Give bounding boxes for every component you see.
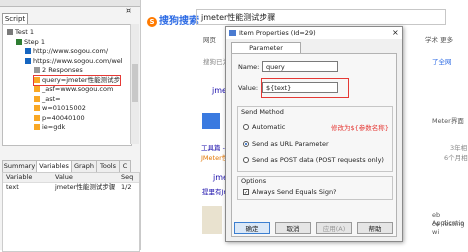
result-snippet: ce Testing wi: [432, 220, 465, 236]
tree-item-label: 2 Responses: [42, 66, 83, 74]
tree-item[interactable]: http://www.sogou.com/: [25, 47, 108, 56]
tree-item-label: query=jmeter性能测试步: [42, 75, 121, 84]
tree-item[interactable]: w=01015002: [34, 104, 86, 113]
tree-item[interactable]: query=jmeter性能测试步: [32, 74, 122, 86]
param-icon: [34, 95, 40, 102]
pin-icon[interactable]: ¤: [126, 6, 131, 15]
tree-item[interactable]: Test 1: [7, 28, 34, 37]
param-icon: [34, 76, 40, 83]
tree-item-label: w=01015002: [42, 104, 86, 112]
name-label: Name:: [238, 63, 260, 71]
checkbox-label: Always Send Equals Sign?: [252, 188, 337, 196]
param-icon: [34, 124, 40, 130]
tree-item[interactable]: 2 Responses: [34, 66, 83, 75]
scrollbar-thumb[interactable]: [132, 64, 138, 102]
tree-item-label: _asf=www.sogou.com: [42, 85, 114, 93]
flask-icon: [7, 29, 13, 35]
radio-icon: [243, 124, 249, 130]
param-icon: [34, 114, 40, 121]
apply-button[interactable]: 应用(A): [316, 222, 352, 234]
radio-automatic[interactable]: Automatic: [243, 122, 285, 132]
variables-table: Variable Value Seq text jmeter性能测试步骤 1/2: [2, 172, 140, 252]
option-label: Send as URL Parameter: [252, 140, 329, 148]
header-seq: Seq: [121, 173, 134, 181]
radio-icon: [243, 157, 249, 163]
sogou-logo[interactable]: S 搜狗搜索: [147, 12, 199, 27]
sogou-logo-icon: S: [147, 17, 157, 27]
notice-right: 了全网: [432, 58, 452, 66]
ok-button[interactable]: 确定: [234, 222, 270, 234]
result-link[interactable]: 工具篇 -: [201, 142, 225, 152]
plain-icon: [34, 67, 40, 73]
tree-item-label: _ast=: [42, 94, 61, 103]
script-tree: Test 1 Step 1 http://www.sogou.com/https:/…: [2, 24, 132, 146]
radio-post-data[interactable]: Send as POST data (POST requests only): [243, 155, 384, 165]
tree-item[interactable]: Step 1: [16, 38, 45, 47]
tree-item[interactable]: p=40040100: [34, 114, 85, 123]
tree-item-label: http://www.sogou.com/: [33, 47, 109, 55]
dialog-title: Item Properties (Id=29): [239, 29, 316, 37]
item-properties-dialog: Item Properties (Id=29) × Parameter Prop…: [225, 26, 403, 242]
nav-web[interactable]: 网页: [203, 34, 216, 44]
cell-variable: text: [6, 183, 19, 191]
tree-item[interactable]: ie=gdk: [34, 123, 65, 132]
tree-item[interactable]: https://www.sogou.com/wel: [25, 57, 123, 66]
param-icon: [34, 86, 40, 92]
value-label: Value:: [238, 84, 259, 92]
options-group: Options ✓ Always Send Equals Sign?: [237, 176, 393, 200]
send-method-group: Send Method Automatic 修改为${参数名称} Send as…: [237, 106, 393, 172]
close-icon[interactable]: ×: [392, 27, 399, 39]
always-send-checkbox[interactable]: ✓ Always Send Equals Sign?: [243, 187, 337, 197]
table-header: Variable Value Seq: [3, 173, 139, 183]
cancel-button[interactable]: 取消: [275, 222, 311, 234]
radio-url-parameter[interactable]: Send as URL Parameter: [243, 139, 329, 149]
request-icon: [25, 57, 31, 64]
highlight-box: [261, 78, 349, 98]
search-input[interactable]: jmeter性能测试步骤: [196, 9, 446, 25]
result-thumbnail: [202, 206, 222, 234]
tree-item-label: ie=gdk: [42, 123, 66, 131]
cell-seq: 1/2: [121, 183, 132, 191]
top-toolbar: [0, 0, 140, 7]
result-date: 3年相: [450, 144, 468, 152]
options-label: Options: [241, 177, 267, 185]
cell-value: jmeter性能测试步骤: [55, 183, 116, 191]
result-thumbnail: [202, 113, 220, 129]
logo-text: 搜狗搜索: [159, 16, 199, 27]
radio-icon: [243, 141, 249, 147]
check-icon: ✓: [243, 189, 249, 196]
tree-item-label: Step 1: [24, 37, 46, 46]
step-icon: [16, 38, 22, 45]
header-variable: Variable: [6, 173, 33, 181]
tree-item-label: https://www.sogou.com/wel: [33, 56, 123, 65]
tree-scrollbar[interactable]: [130, 24, 139, 144]
annotation-note: 修改为${参数名称}: [331, 124, 389, 132]
variables-tabbar: Summary Variables Graph Tools C: [2, 160, 138, 173]
help-button[interactable]: 帮助: [357, 222, 393, 234]
tree-item-label: p=40040100: [42, 113, 85, 122]
tree-item[interactable]: _asf=www.sogou.com: [34, 85, 113, 94]
header-value: Value: [55, 173, 73, 181]
left-panel: ¤ Script Test 1 Step 1 http://www.sogou.co…: [0, 0, 141, 252]
parameter-properties-panel: Name: query Value: ${text} Send Method A…: [231, 53, 397, 237]
option-label: Automatic: [252, 123, 286, 131]
name-field[interactable]: query: [262, 61, 338, 72]
app-icon: [229, 30, 236, 36]
request-icon: [25, 48, 31, 54]
result-snippet: Meter界面: [432, 117, 464, 125]
param-icon: [34, 105, 40, 111]
send-method-label: Send Method: [241, 108, 284, 116]
nav-more[interactable]: 学术 更多: [425, 34, 453, 44]
dialog-titlebar[interactable]: Item Properties (Id=29) ×: [226, 27, 402, 39]
option-label: Send as POST data (POST requests only): [252, 156, 384, 164]
tree-item-label: Test 1: [15, 28, 35, 36]
tree-item[interactable]: _ast=: [34, 95, 61, 104]
result-date: 6个月相: [444, 154, 468, 162]
